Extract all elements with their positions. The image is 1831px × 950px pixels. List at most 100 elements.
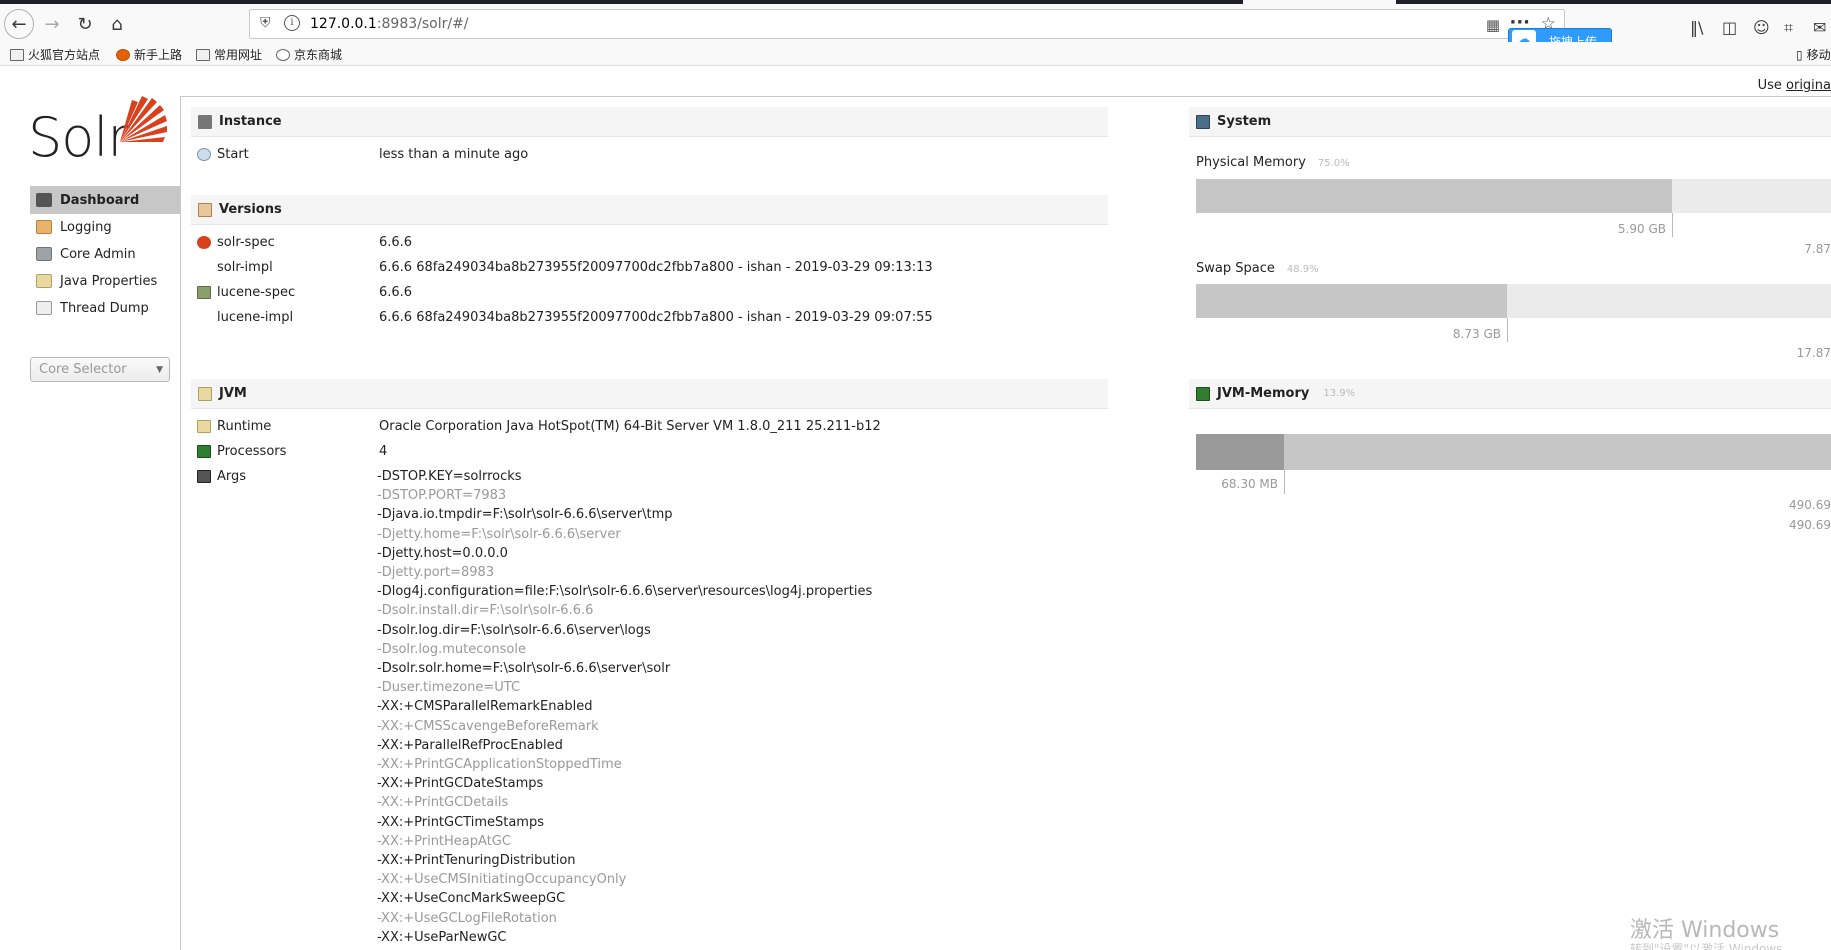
jvm-arg: -XX:+UseCMSInitiatingOccupancyOnly bbox=[377, 872, 627, 888]
monitor-icon bbox=[1196, 114, 1210, 129]
sidebar-toggle-icon[interactable]: ◫ bbox=[1722, 18, 1737, 37]
bookmark-label: 移动 bbox=[1806, 48, 1831, 62]
back-button[interactable]: ← bbox=[4, 9, 34, 39]
jvm-arg: -DSTOP.KEY=solrrocks bbox=[377, 469, 522, 484]
jvm-arg: -XX:+PrintGCDetails bbox=[377, 795, 509, 811]
qr-code-icon[interactable]: ▦ bbox=[1486, 16, 1500, 34]
sidebar-item-logging[interactable]: Logging bbox=[30, 213, 180, 241]
jvm-memory-max-value: 490.69 bbox=[1789, 518, 1831, 532]
sidebar-item-dashboard[interactable]: Dashboard bbox=[30, 186, 180, 214]
jvm-arg: -XX:+UseParNewGC bbox=[377, 929, 507, 945]
sidebar-item-label: Core Admin bbox=[60, 246, 136, 262]
sidebar-divider bbox=[180, 96, 181, 950]
physical-memory-title: Physical Memory bbox=[1196, 155, 1306, 170]
physical-memory-used-fill bbox=[1196, 179, 1672, 213]
versions-title: Versions bbox=[219, 202, 282, 217]
bookmark-mobile[interactable]: ▯ 移动 bbox=[1796, 46, 1831, 63]
version-value: 6.6.6 bbox=[379, 285, 413, 300]
folder-icon bbox=[10, 48, 24, 61]
jvm-arg: -DSTOP.PORT=7983 bbox=[377, 488, 507, 504]
jvm-arg: -XX:+ParallelRefProcEnabled bbox=[377, 737, 563, 753]
use-original-link-text[interactable]: origina bbox=[1786, 78, 1831, 93]
swap-space-title: Swap Space bbox=[1196, 261, 1275, 276]
instance-section-header: Instance bbox=[191, 107, 1108, 137]
jvm-memory-used-fill bbox=[1196, 434, 1284, 470]
shield-icon[interactable]: ⛨ bbox=[260, 15, 271, 31]
url-path: :8983/solr/#/ bbox=[376, 16, 469, 32]
bookmark-firefox-site[interactable]: 火狐官方站点 bbox=[10, 46, 100, 63]
system-section-header: System bbox=[1189, 107, 1831, 137]
jvm-runtime-row: Runtime Oracle Corporation Java HotSpot(… bbox=[197, 419, 1097, 437]
java-properties-icon bbox=[36, 274, 52, 288]
memory-chip-icon bbox=[1196, 386, 1210, 401]
version-key-label: lucene-spec bbox=[217, 285, 296, 300]
sidebar-item-thread-dump[interactable]: Thread Dump bbox=[30, 294, 180, 322]
versions-icon bbox=[198, 202, 212, 217]
bookmark-getting-started[interactable]: 新手上路 bbox=[116, 46, 182, 63]
sidebar-item-java-properties[interactable]: Java Properties bbox=[30, 267, 180, 295]
sidebar-item-label: Dashboard bbox=[60, 192, 140, 208]
url-bar[interactable]: ⛨ i 127.0.0.1:8983/solr/#/ ▦ ··· ☆ bbox=[249, 9, 1565, 39]
jvm-memory-committed-value: 490.69 bbox=[1789, 498, 1831, 512]
jvm-section-header: JVM bbox=[191, 379, 1108, 409]
chevron-down-icon: ▼ bbox=[156, 365, 163, 375]
jvm-arg: -XX:+CMSScavengeBeforeRemark bbox=[377, 718, 599, 734]
jvm-arg: -Dsolr.solr.home=F:\solr\solr-6.6.6\serv… bbox=[377, 661, 671, 676]
bookmark-common-sites[interactable]: 常用网址 bbox=[196, 46, 262, 63]
folder-icon bbox=[196, 48, 210, 61]
reload-button[interactable]: ↻ bbox=[71, 10, 99, 38]
version-key: lucene-spec bbox=[197, 285, 295, 300]
crop-icon[interactable]: ⌗ bbox=[1784, 18, 1793, 38]
sidebar-item-core-admin[interactable]: Core Admin bbox=[30, 240, 180, 268]
version-value: 6.6.6 68fa249034ba8b273955f20097700dc2fb… bbox=[379, 310, 933, 325]
jvm-arg: -XX:+PrintTenuringDistribution bbox=[377, 853, 576, 868]
processors-label: Processors bbox=[217, 444, 287, 459]
header-divider bbox=[180, 96, 1831, 97]
version-row: lucene-impl 6.6.6 68fa249034ba8b273955f2… bbox=[197, 310, 1097, 328]
lucene-icon bbox=[197, 286, 211, 299]
version-key: solr-spec bbox=[197, 235, 275, 250]
jvm-arg: -Dsolr.log.muteconsole bbox=[377, 641, 526, 657]
core-admin-icon bbox=[36, 247, 52, 261]
jvm-arg: -Djava.io.tmpdir=F:\solr\solr-6.6.6\serv… bbox=[377, 507, 673, 523]
jvm-arg: -Djetty.port=8983 bbox=[377, 565, 495, 580]
physical-memory-total-value: 7.87 bbox=[1804, 242, 1831, 256]
sidebar-item-label: Logging bbox=[60, 219, 112, 235]
jvm-title: JVM bbox=[219, 386, 247, 401]
bookmark-jd[interactable]: 京东商城 bbox=[276, 46, 342, 63]
jvm-arg: -Dlog4j.configuration=file:F:\solr\solr-… bbox=[377, 584, 873, 600]
logging-icon bbox=[36, 220, 52, 234]
library-icon[interactable]: ‖\ bbox=[1690, 18, 1703, 37]
home-button[interactable]: ⌂ bbox=[103, 10, 131, 38]
url-text[interactable]: 127.0.0.1:8983/solr/#/ bbox=[310, 16, 469, 32]
jvm-memory-title: JVM-Memory bbox=[1217, 386, 1310, 401]
instance-start-row: Start less than a minute ago bbox=[197, 147, 1097, 165]
swap-space-used-value: 8.73 GB bbox=[1452, 327, 1501, 341]
java-icon bbox=[198, 386, 212, 401]
chat-icon[interactable]: ✉ bbox=[1813, 18, 1826, 37]
jvm-arg: -XX:+PrintHeapAtGC bbox=[377, 833, 511, 849]
account-icon[interactable]: ☺ bbox=[1753, 18, 1770, 37]
version-key: lucene-impl bbox=[197, 310, 293, 325]
jvm-arg: -XX:+CMSParallelRemarkEnabled bbox=[377, 699, 593, 715]
use-original-prefix: Use bbox=[1757, 78, 1787, 93]
solr-logo[interactable]: Solr bbox=[28, 92, 168, 169]
physical-memory-tick bbox=[1672, 213, 1673, 237]
forward-button[interactable]: → bbox=[38, 10, 66, 38]
jvm-arg: -XX:+PrintGCTimeStamps bbox=[377, 814, 545, 830]
system-title: System bbox=[1217, 114, 1272, 129]
dashboard-icon bbox=[36, 193, 52, 207]
java-icon bbox=[197, 420, 211, 433]
sidebar-item-label: Thread Dump bbox=[60, 300, 149, 316]
firefox-icon bbox=[116, 48, 130, 61]
solr-small-icon bbox=[197, 236, 211, 249]
jvm-arg: -Dsolr.install.dir=F:\solr\solr-6.6.6 bbox=[377, 603, 594, 619]
start-label: Start bbox=[217, 147, 249, 162]
bookmark-label: 火狐官方站点 bbox=[28, 48, 101, 62]
jvm-arg: -XX:+UseConcMarkSweepGC bbox=[377, 891, 566, 907]
site-info-icon[interactable]: i bbox=[284, 15, 300, 31]
version-row: solr-spec 6.6.6 bbox=[197, 235, 1097, 253]
core-selector-dropdown[interactable]: Core Selector ▼ bbox=[30, 357, 170, 382]
jvm-arg: -Dsolr.log.dir=F:\solr\solr-6.6.6\server… bbox=[377, 622, 651, 638]
use-original-ui-link[interactable]: Use origina bbox=[1758, 78, 1831, 93]
